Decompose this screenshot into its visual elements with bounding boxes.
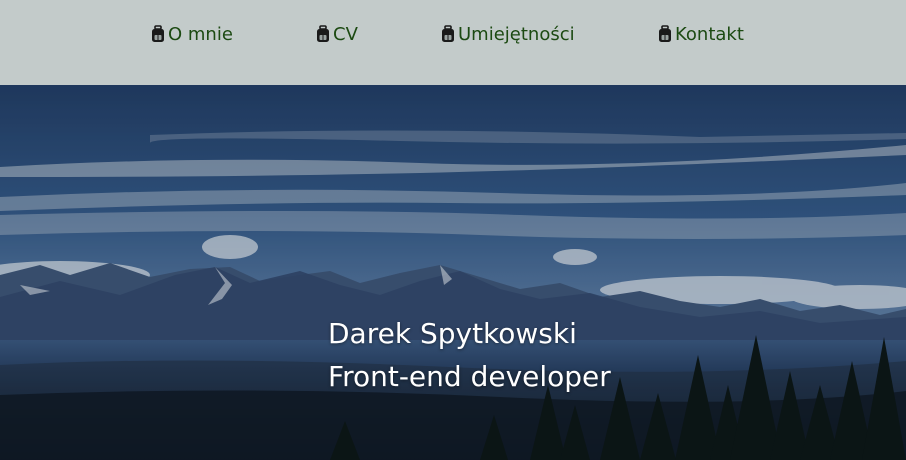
hero-name: Darek Spytkowski [328, 317, 577, 350]
backpack-icon [659, 25, 671, 42]
hero-section: Darek Spytkowski Front-end developer [0, 85, 906, 460]
nav-item-o-mnie[interactable]: O mnie [150, 21, 233, 47]
nav-item-umiejetnosci[interactable]: Umiejętności [440, 21, 575, 47]
nav-item-label: Kontakt [675, 23, 744, 45]
nav-item-label: O mnie [168, 23, 233, 45]
nav-item-label: CV [333, 23, 358, 45]
nav-item-kontakt[interactable]: Kontakt [657, 21, 744, 47]
backpack-icon [152, 25, 164, 42]
backpack-icon [442, 25, 454, 42]
nav-item-cv[interactable]: CV [315, 21, 358, 47]
nav-item-label: Umiejętności [458, 23, 575, 45]
top-navigation: O mnie CV Umiejętności Kontakt [0, 0, 906, 85]
hero-role: Front-end developer [328, 360, 611, 393]
backpack-icon [317, 25, 329, 42]
mountain-landscape-image [0, 85, 906, 460]
